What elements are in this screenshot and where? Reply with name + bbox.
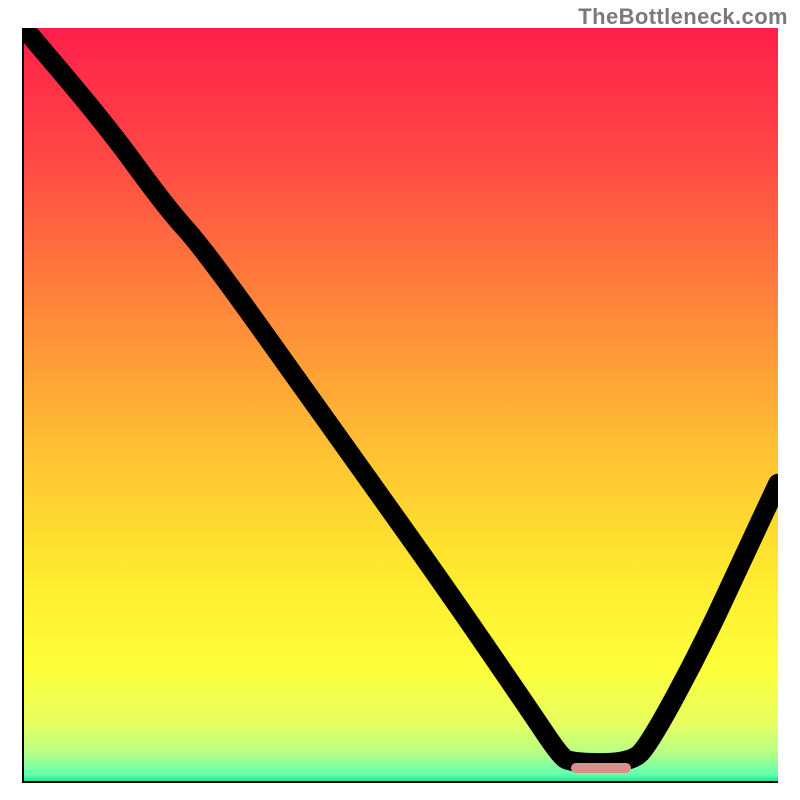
chart-container: TheBottleneck.com bbox=[0, 0, 800, 800]
optimal-marker bbox=[571, 763, 631, 773]
bottleneck-curve bbox=[24, 28, 778, 781]
plot-area bbox=[22, 28, 778, 783]
watermark-text: TheBottleneck.com bbox=[578, 4, 788, 30]
